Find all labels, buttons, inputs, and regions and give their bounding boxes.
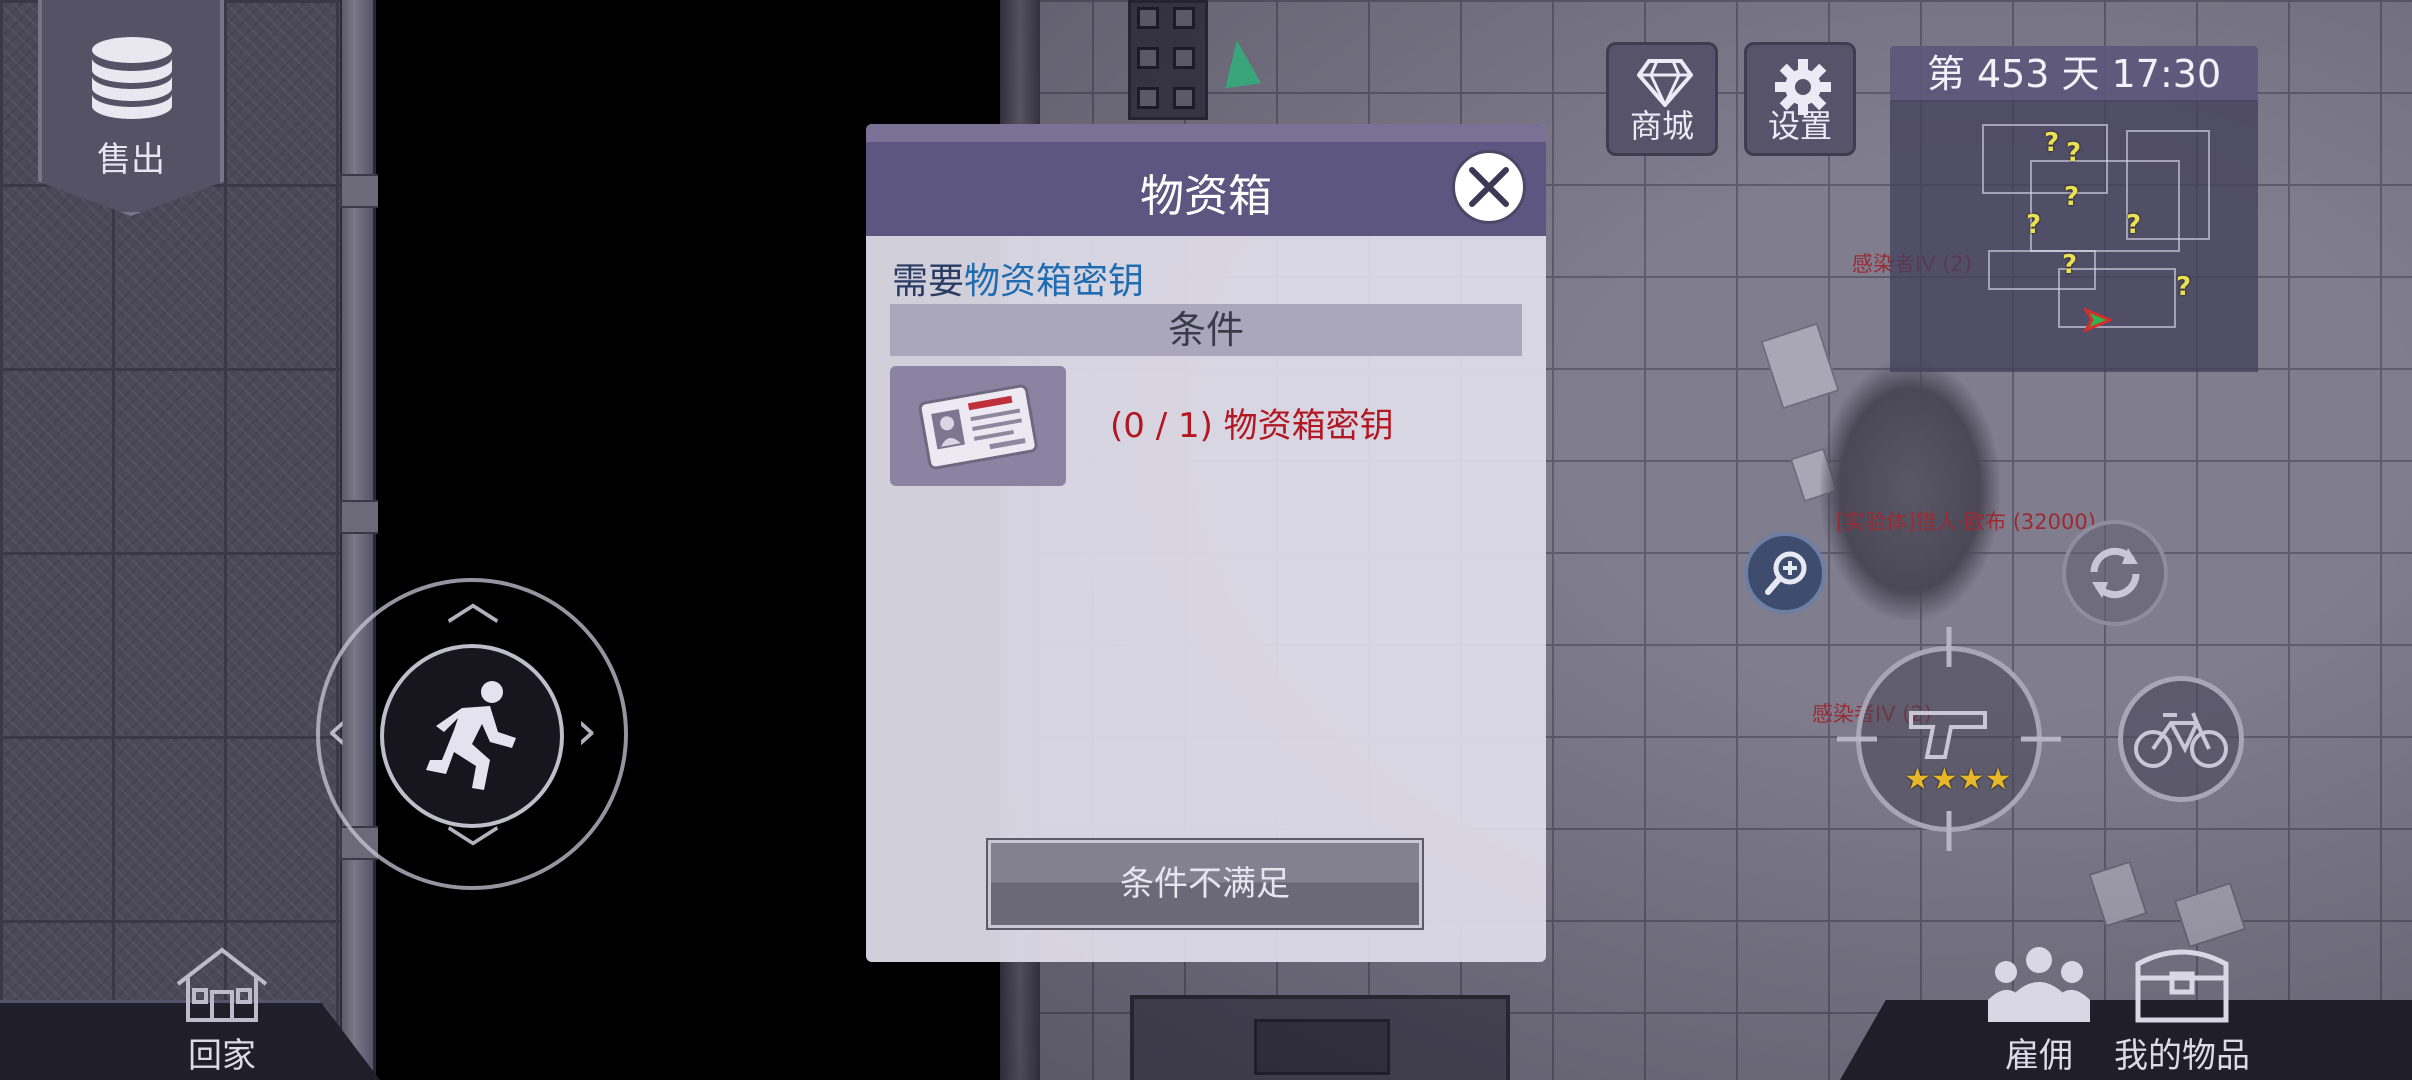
bicycle-icon: [2134, 712, 2228, 768]
zoom-in-icon: [1765, 551, 1807, 595]
conditions-unmet-button[interactable]: 条件不满足: [986, 838, 1424, 930]
refresh-icon: [2090, 547, 2140, 599]
home-label: 回家: [188, 1036, 256, 1076]
quest-marker: ?: [2062, 250, 2078, 280]
joystick-up-arrow: ︿: [446, 569, 500, 632]
swap-target-button[interactable]: [2062, 520, 2168, 626]
day-time-display: 第 453 天 17:30: [1890, 46, 2258, 102]
nav-arrow-icon: [1218, 37, 1262, 89]
id-card-icon: [918, 384, 1038, 470]
inventory-button[interactable]: 我的物品: [2114, 944, 2250, 1077]
quest-marker: ?: [2176, 272, 2192, 302]
quest-marker: ?: [2026, 210, 2042, 240]
zoom-in-button[interactable]: [1744, 532, 1826, 614]
requirement-text: 需要物资箱密钥: [892, 252, 1144, 304]
close-icon: [1469, 167, 1509, 207]
inventory-label: 我的物品: [2114, 1036, 2250, 1076]
sell-button[interactable]: 售出: [38, 0, 224, 216]
joystick-left-arrow: ‹: [326, 699, 348, 762]
vehicle-button[interactable]: [2118, 676, 2244, 802]
sprint-button[interactable]: [380, 644, 564, 828]
minimap[interactable]: ? ? ? ? ? ? ?: [1890, 100, 2258, 372]
quest-marker: ?: [2066, 138, 2082, 168]
rail-clip: [340, 500, 380, 534]
conditions-header: 条件: [890, 304, 1522, 356]
dialog-title: 物资箱: [1140, 171, 1272, 222]
house-icon: [176, 947, 268, 1022]
hire-label: 雇佣: [2005, 1036, 2073, 1076]
wall-rail: [340, 0, 376, 1080]
group-icon: [1988, 947, 2090, 1022]
sell-label: 售出: [97, 140, 165, 180]
coins-icon: [92, 37, 172, 119]
joystick-right-arrow: ›: [576, 699, 598, 762]
settings-label: 设置: [1767, 107, 1832, 145]
diamond-icon: [1637, 59, 1693, 107]
quest-marker: ?: [2126, 210, 2142, 240]
pistol-icon: [1909, 711, 1987, 759]
chest-icon: [2135, 949, 2229, 1023]
hire-button[interactable]: 雇佣: [1986, 944, 2092, 1077]
quest-marker: ?: [2064, 182, 2080, 212]
supply-box-dialog: 物资箱 需要物资箱密钥 条件 (0 / 1) 物资箱密钥 条件不满足: [866, 124, 1546, 962]
weapon-star-rating: ★★★★: [1904, 762, 2012, 797]
player-marker-icon: [2084, 307, 2112, 333]
condition-status: (0 / 1) 物资箱密钥: [1110, 406, 1394, 446]
shop-label: 商城: [1629, 107, 1694, 145]
required-item-slot[interactable]: [890, 366, 1066, 486]
quest-marker: ?: [2044, 128, 2060, 158]
rail-clip: [340, 174, 380, 208]
settings-button[interactable]: 设置: [1744, 42, 1856, 156]
close-button[interactable]: [1452, 150, 1526, 224]
shop-button[interactable]: 商城: [1606, 42, 1718, 156]
requirement-item: 物资箱密钥: [964, 261, 1145, 302]
attack-button[interactable]: [1837, 627, 2061, 851]
requirement-prefix: 需要: [892, 261, 965, 302]
enemy-label: [实验体]猎人·欧布 (32000): [1836, 510, 2096, 534]
running-man-icon: [426, 681, 516, 790]
joystick-down-arrow: ﹀: [446, 821, 500, 884]
dialog-header: 物资箱: [866, 124, 1546, 236]
home-button[interactable]: 回家: [172, 944, 272, 1077]
